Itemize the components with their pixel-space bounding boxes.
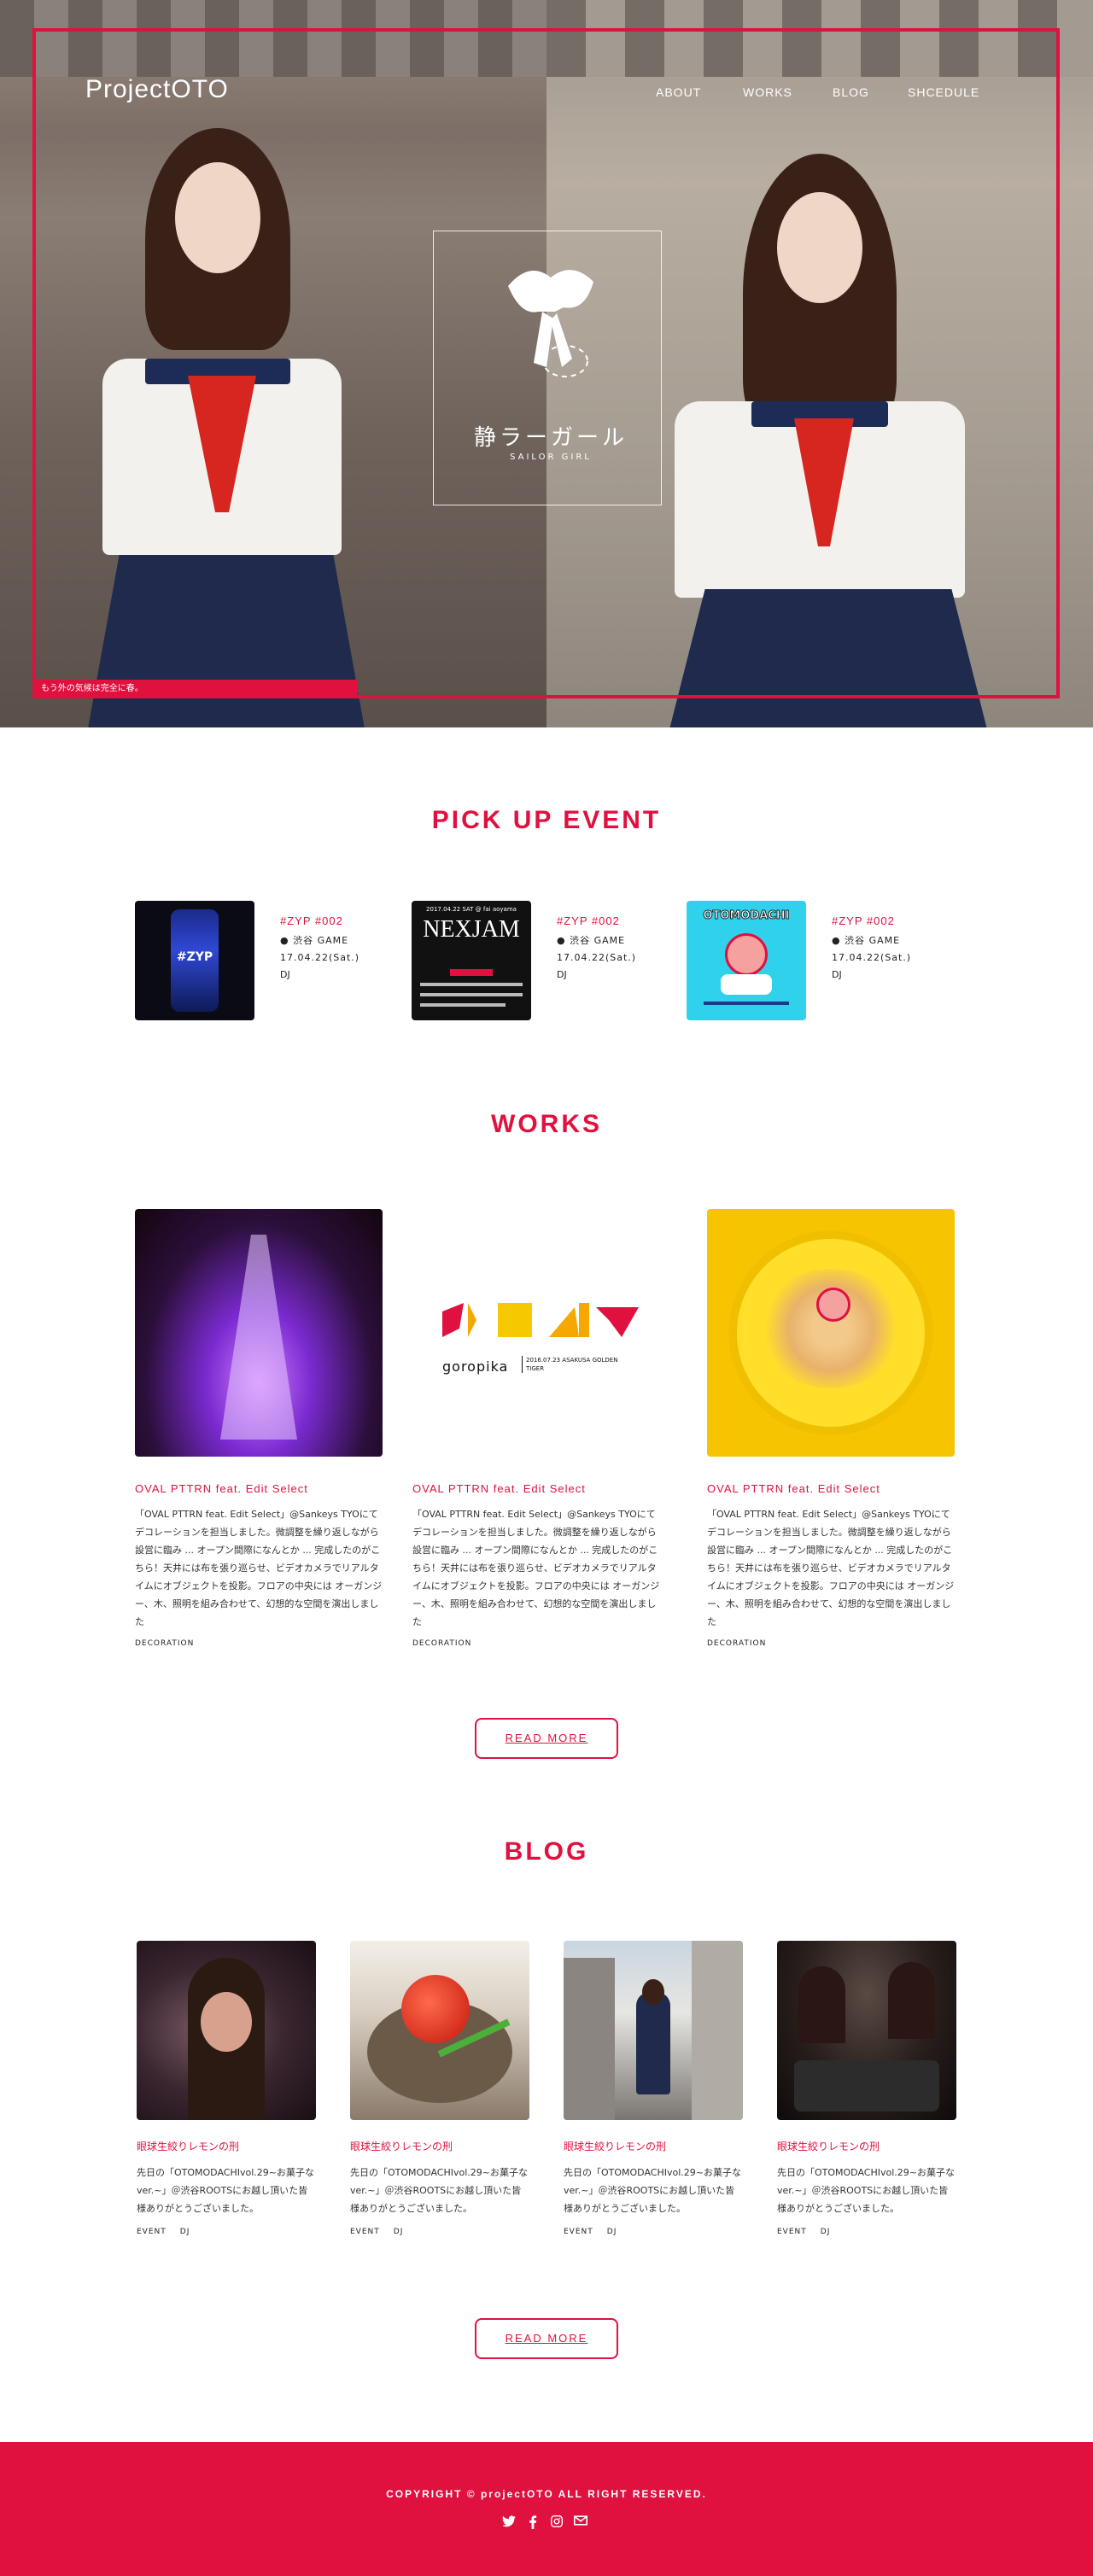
blog-image xyxy=(350,1941,529,2120)
copyright: COPYRIGHT © projectOTO ALL RIGHT RESERVE… xyxy=(386,2488,707,2500)
blog-post-title[interactable]: 眼球生絞りレモンの刑 xyxy=(350,2139,529,2153)
goropika-logo-icon xyxy=(442,1303,639,1337)
work-logo-text: goropika xyxy=(442,1358,509,1375)
blog-post-tags: EVENT DJ xyxy=(137,2228,316,2236)
event-poster: 2017.04.22 SAT @ fai aoyama NEXJAM xyxy=(412,901,531,1020)
work-card[interactable]: goropika 2016.07.23 ASAKUSA GOLDEN TIGER… xyxy=(412,1209,660,1648)
tag-event[interactable]: EVENT xyxy=(350,2228,380,2236)
tag-event[interactable]: EVENT xyxy=(777,2228,807,2236)
blog-post-tags: EVENT DJ xyxy=(777,2228,956,2236)
pickup-title: PICK UP EVENT xyxy=(431,806,662,834)
tag-dj[interactable]: DJ xyxy=(821,2228,831,2236)
hero-title: 静ラーガール xyxy=(473,425,628,451)
footer: COPYRIGHT © projectOTO ALL RIGHT RESERVE… xyxy=(0,2442,1093,2576)
work-title[interactable]: OVAL PTTRN feat. Edit Select xyxy=(707,1482,955,1495)
tag-dj[interactable]: DJ xyxy=(607,2228,617,2236)
tag-event[interactable]: EVENT xyxy=(137,2228,167,2236)
works-title: WORKS xyxy=(491,1110,602,1138)
hero-subtitle: SAILOR GIRL xyxy=(510,453,592,462)
event-tag: #ZYP #002 xyxy=(280,914,343,927)
works-read-more-button[interactable]: READ MORE xyxy=(475,1718,618,1759)
page: もう外の気候は完全に春。 ProjectOTO ABOUT WORKS BLOG… xyxy=(0,0,1093,2576)
event-type: DJ xyxy=(557,969,567,980)
work-category[interactable]: DECORATION xyxy=(707,1639,955,1648)
blog-post[interactable]: 眼球生絞りレモンの刑 先日の「OTOMODACHIvol.29~お菓子なver.… xyxy=(137,1941,316,2236)
blog-post-title[interactable]: 眼球生絞りレモンの刑 xyxy=(564,2139,743,2153)
blog-image xyxy=(564,1941,743,2120)
blog-post[interactable]: 眼球生絞りレモンの刑 先日の「OTOMODACHIvol.29~お菓子なver.… xyxy=(350,1941,529,2236)
event-card[interactable]: #ZYP #ZYP #002 ● 渋谷 GAME 17.04.22(Sat.) … xyxy=(135,901,391,1020)
blog-post-tags: EVENT DJ xyxy=(350,2228,529,2236)
event-card[interactable]: OTOMODACHI #ZYP #002 ● 渋谷 GAME 17.04.22(… xyxy=(687,901,943,1020)
work-image xyxy=(135,1209,383,1457)
event-poster-text: NEXJAM xyxy=(423,916,520,943)
nav-blog[interactable]: BLOG xyxy=(833,85,869,99)
nav-schedule[interactable]: SHCEDULE xyxy=(908,85,979,99)
blog-post-tags: EVENT DJ xyxy=(564,2228,743,2236)
event-card[interactable]: 2017.04.22 SAT @ fai aoyama NEXJAM #ZYP … xyxy=(412,901,668,1020)
blog-read-more-button[interactable]: READ MORE xyxy=(475,2318,618,2359)
work-card[interactable]: OVAL PTTRN feat. Edit Select 「OVAL PTTRN… xyxy=(135,1209,383,1648)
blog-post-title[interactable]: 眼球生絞りレモンの刑 xyxy=(137,2139,316,2153)
event-date: 17.04.22(Sat.) xyxy=(557,952,637,963)
blog-post-desc: 先日の「OTOMODACHIvol.29~お菓子なver.~」＠渋谷ROOTSに… xyxy=(350,2167,528,2214)
blog-title: BLOG xyxy=(504,1837,589,1866)
blog-post-desc: 先日の「OTOMODACHIvol.29~お菓子なver.~」＠渋谷ROOTSに… xyxy=(777,2167,955,2214)
blog-post[interactable]: 眼球生絞りレモンの刑 先日の「OTOMODACHIvol.29~お菓子なver.… xyxy=(564,1941,743,2236)
event-date: 17.04.22(Sat.) xyxy=(832,952,912,963)
location-dot-icon: ● xyxy=(280,935,294,946)
blog-post-desc: 先日の「OTOMODACHIvol.29~お菓子なver.~」＠渋谷ROOTSに… xyxy=(137,2167,314,2214)
event-tag: #ZYP #002 xyxy=(832,914,895,927)
event-poster-text: #ZYP xyxy=(176,950,213,964)
hero-caption: もう外の気候は完全に春。 xyxy=(32,680,358,698)
tag-dj[interactable]: DJ xyxy=(180,2228,190,2236)
tag-dj[interactable]: DJ xyxy=(394,2228,404,2236)
work-desc: 「OVAL PTTRN feat. Edit Select」@Sankeys T… xyxy=(707,1509,955,1627)
work-image xyxy=(707,1209,955,1457)
event-poster: #ZYP xyxy=(135,901,254,1020)
work-card[interactable]: OVAL PTTRN feat. Edit Select 「OVAL PTTRN… xyxy=(707,1209,955,1648)
event-poster: OTOMODACHI xyxy=(687,901,806,1020)
event-date: 17.04.22(Sat.) xyxy=(280,952,360,963)
work-title[interactable]: OVAL PTTRN feat. Edit Select xyxy=(135,1482,383,1495)
location-dot-icon: ● xyxy=(832,935,845,946)
event-type: DJ xyxy=(280,969,290,980)
work-title[interactable]: OVAL PTTRN feat. Edit Select xyxy=(412,1482,660,1495)
nav-about[interactable]: ABOUT xyxy=(656,85,701,99)
facebook-icon[interactable] xyxy=(526,2515,540,2529)
work-category[interactable]: DECORATION xyxy=(135,1639,383,1648)
tag-event[interactable]: EVENT xyxy=(564,2228,593,2236)
work-category[interactable]: DECORATION xyxy=(412,1639,660,1648)
work-desc: 「OVAL PTTRN feat. Edit Select」@Sankeys T… xyxy=(135,1509,383,1627)
event-venue: ● 渋谷 GAME xyxy=(557,935,626,946)
site-logo[interactable]: ProjectOTO xyxy=(85,75,229,104)
mail-icon[interactable] xyxy=(574,2515,587,2529)
event-type: DJ xyxy=(832,969,842,980)
blog-post-desc: 先日の「OTOMODACHIvol.29~お菓子なver.~」＠渋谷ROOTSに… xyxy=(564,2167,741,2214)
event-tag: #ZYP #002 xyxy=(557,914,620,927)
blog-post-title[interactable]: 眼球生絞りレモンの刑 xyxy=(777,2139,956,2153)
hero: もう外の気候は完全に春。 ProjectOTO ABOUT WORKS BLOG… xyxy=(0,0,1093,727)
event-poster-text: OTOMODACHI xyxy=(703,909,790,923)
sailor-girl-emblem-icon xyxy=(508,270,593,377)
blog-image xyxy=(777,1941,956,2120)
event-venue: ● 渋谷 GAME xyxy=(832,935,901,946)
event-venue: ● 渋谷 GAME xyxy=(280,935,349,946)
blog-image xyxy=(137,1941,316,2120)
event-poster-date: 2017.04.22 SAT @ fai aoyama xyxy=(426,906,517,913)
location-dot-icon: ● xyxy=(557,935,570,946)
nav-works[interactable]: WORKS xyxy=(743,85,792,99)
blog-post[interactable]: 眼球生絞りレモンの刑 先日の「OTOMODACHIvol.29~お菓子なver.… xyxy=(777,1941,956,2236)
work-logo-sub: 2016.07.23 ASAKUSA GOLDEN TIGER xyxy=(522,1356,633,1373)
instagram-icon[interactable] xyxy=(550,2515,564,2529)
work-desc: 「OVAL PTTRN feat. Edit Select」@Sankeys T… xyxy=(412,1509,660,1627)
work-image: goropika 2016.07.23 ASAKUSA GOLDEN TIGER xyxy=(412,1209,660,1457)
social-links xyxy=(502,2515,587,2529)
twitter-icon[interactable] xyxy=(502,2515,516,2529)
